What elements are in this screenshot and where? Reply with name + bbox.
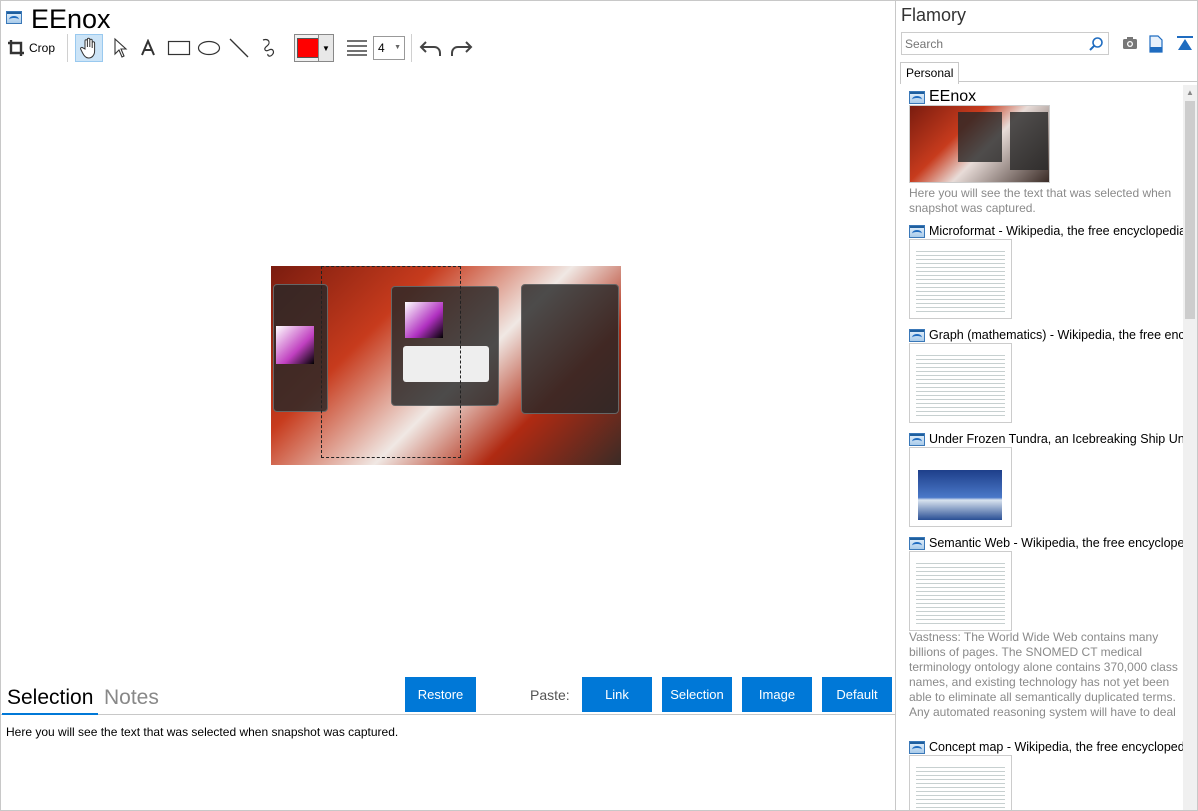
thumbnail-text — [916, 560, 1005, 624]
item-title: Graph (mathematics) - Wikipedia, the fre… — [929, 328, 1183, 342]
tab-divider — [958, 81, 1197, 82]
freehand-tool-button[interactable] — [256, 34, 282, 62]
page-icon[interactable] — [1149, 35, 1163, 53]
snapshot-icon — [909, 741, 925, 754]
line-tool-button[interactable] — [226, 34, 252, 62]
flamory-sidebar: Flamory Personal EEnox Here you will see… — [895, 0, 1198, 811]
undo-button[interactable] — [417, 34, 445, 62]
item-thumbnail — [909, 755, 1012, 810]
color-swatch — [297, 38, 319, 58]
snapshot-canvas[interactable] — [2, 67, 895, 679]
scrollbar-thumb[interactable] — [1185, 101, 1195, 319]
redo-button[interactable] — [447, 34, 475, 62]
scroll-up-icon[interactable]: ▲ — [1186, 88, 1194, 97]
line-width-value: 4 — [378, 41, 385, 55]
thumbnail-text — [916, 352, 1005, 416]
rectangle-tool-button[interactable] — [165, 34, 193, 62]
item-thumbnail — [909, 551, 1012, 631]
paste-selection-button[interactable]: Selection — [662, 677, 732, 712]
item-description: Here you will see the text that was sele… — [909, 186, 1172, 215]
chevron-down-icon: ▼ — [394, 44, 401, 51]
arrow-pointer-icon — [114, 37, 128, 58]
camera-icon[interactable] — [1122, 36, 1138, 50]
search-icon[interactable] — [1088, 36, 1104, 52]
item-title: Under Frozen Tundra, an Icebreaking Ship… — [929, 432, 1183, 446]
toolbar-divider — [411, 34, 412, 62]
paste-image-button[interactable]: Image — [742, 677, 812, 712]
line-width-select[interactable]: 4 ▼ — [373, 36, 405, 60]
thumbnail-panel — [1010, 112, 1048, 170]
snapshot-icon — [6, 11, 22, 24]
ellipse-icon — [197, 40, 221, 56]
snapshot-image[interactable] — [271, 266, 621, 465]
thumbnail-text — [916, 248, 1005, 312]
ellipse-tool-button[interactable] — [195, 34, 223, 62]
active-tab-indicator — [2, 713, 98, 715]
crop-button[interactable]: Crop — [7, 34, 59, 62]
item-thumbnail — [909, 105, 1050, 183]
app-title: Flamory — [901, 5, 967, 25]
selection-text-area[interactable]: Here you will see the text that was sele… — [6, 725, 398, 739]
paste-link-button[interactable]: Link — [582, 677, 652, 712]
paste-label: Paste: — [530, 687, 570, 703]
redo-icon — [451, 41, 473, 56]
undo-icon — [419, 41, 441, 56]
image-selection-rect — [321, 266, 461, 458]
thumbnail-photo — [918, 470, 1002, 520]
line-icon — [229, 38, 249, 58]
hand-icon — [80, 37, 96, 59]
item-thumbnail — [909, 447, 1012, 527]
search-box[interactable] — [901, 32, 1109, 55]
snapshot-icon — [909, 225, 925, 238]
search-input[interactable] — [902, 33, 1082, 54]
hand-tool-button[interactable] — [75, 34, 103, 62]
snapshot-icon — [909, 433, 925, 446]
freehand-icon — [262, 38, 275, 57]
item-thumbnail — [909, 343, 1012, 423]
image-panel — [521, 284, 619, 414]
tab-selection[interactable]: Selection — [7, 685, 93, 711]
scrollbar[interactable]: ▲ — [1183, 85, 1197, 810]
toolbar-divider — [67, 34, 68, 62]
paste-default-button[interactable]: Default — [822, 677, 892, 712]
text-tool-icon — [141, 39, 155, 56]
item-title: Concept map - Wikipedia, the free encycl… — [929, 740, 1183, 754]
line-width-icon — [347, 40, 367, 56]
item-title: Microformat - Wikipedia, the free encycl… — [929, 224, 1183, 238]
chevron-down-icon: ▼ — [318, 35, 333, 61]
text-tool-button[interactable] — [136, 34, 160, 62]
rectangle-icon — [167, 40, 191, 56]
thumbnail-text — [916, 764, 1005, 810]
thumbnail-panel — [958, 112, 1002, 162]
snapshot-icon — [909, 329, 925, 342]
restore-button[interactable]: Restore — [405, 677, 476, 712]
item-title: EEnox — [929, 88, 977, 105]
crop-icon — [8, 40, 24, 56]
item-title: Semantic Web - Wikipedia, the free encyc… — [929, 536, 1183, 550]
item-description: Vastness: The World Wide Web contains ma… — [909, 630, 1178, 719]
snapshot-list: EEnox Here you will see the text that wa… — [896, 85, 1183, 810]
pin-to-top-icon[interactable] — [1176, 35, 1194, 53]
color-picker[interactable]: ▼ — [294, 34, 334, 62]
tab-notes[interactable]: Notes — [104, 685, 159, 711]
image-color-square — [276, 326, 314, 364]
snapshot-icon — [909, 91, 925, 104]
document-title: EEnox — [31, 4, 111, 34]
line-width-button[interactable] — [344, 34, 370, 62]
snapshot-icon — [909, 537, 925, 550]
pointer-tool-button[interactable] — [107, 34, 133, 62]
tab-personal[interactable]: Personal — [900, 62, 960, 84]
crop-label: Crop — [29, 41, 56, 55]
item-thumbnail — [909, 239, 1012, 319]
editor-pane: EEnox Crop ▼ 4 ▼ Selection Notes Restore… — [0, 0, 896, 811]
drawing-toolbar: Crop ▼ 4 ▼ — [1, 31, 501, 65]
